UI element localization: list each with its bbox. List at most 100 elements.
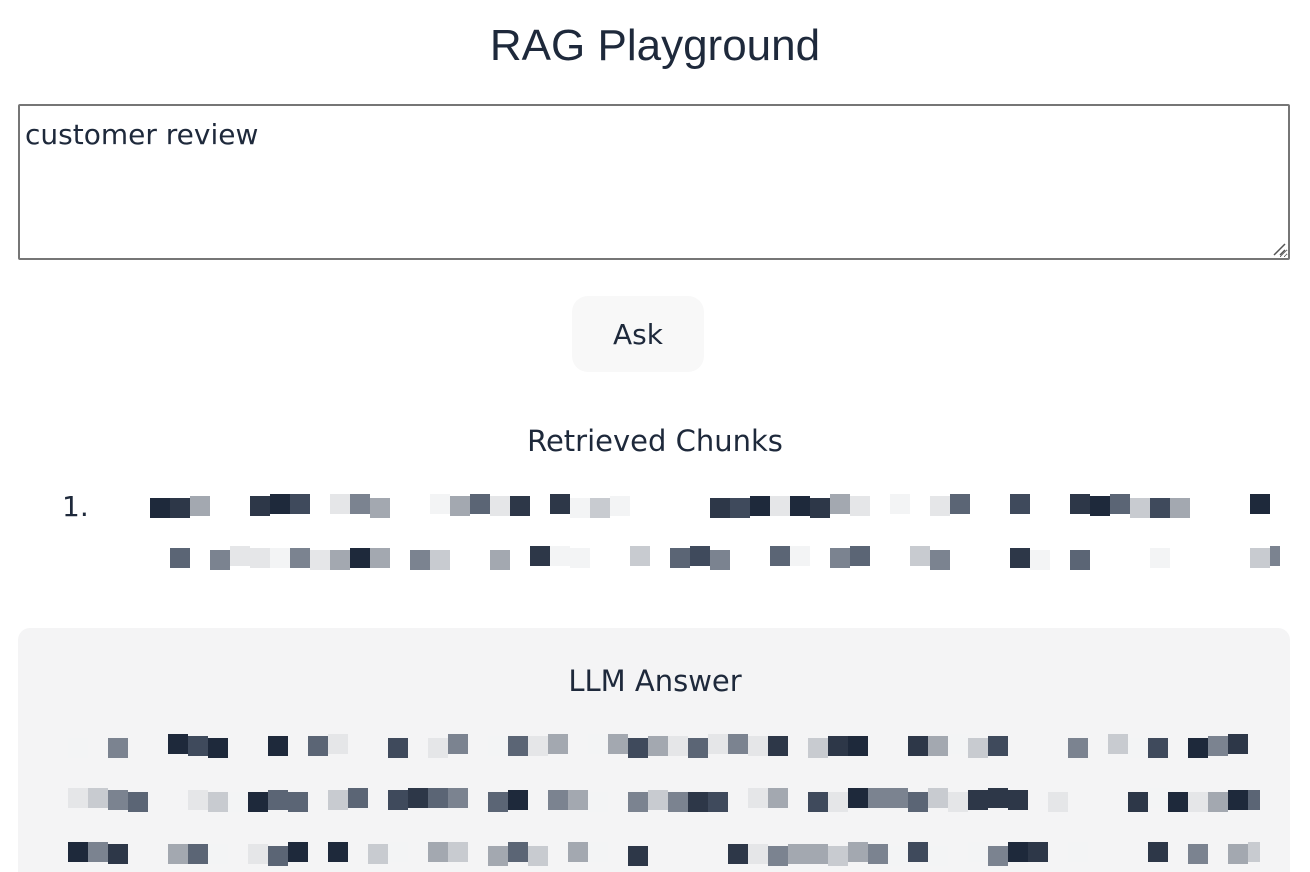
redaction-block [1028, 842, 1048, 862]
redaction-block [530, 546, 550, 566]
redaction-block [288, 842, 308, 862]
redaction-block [170, 498, 190, 518]
redaction-block [1150, 498, 1170, 518]
ask-button[interactable]: Ask [572, 296, 704, 372]
redaction-block [1148, 842, 1168, 862]
redaction-block [108, 790, 128, 810]
redaction-block [448, 734, 468, 754]
redaction-block [128, 792, 148, 812]
redaction-block [428, 788, 448, 808]
redaction-block [288, 792, 308, 812]
redaction-block [490, 496, 510, 516]
redaction-block [1108, 734, 1128, 754]
redaction-block [568, 790, 588, 810]
redaction-block [470, 494, 490, 514]
redaction-block [570, 548, 590, 568]
redaction-block [550, 546, 570, 566]
redaction-block [1128, 792, 1148, 812]
redaction-block [168, 734, 188, 754]
redaction-block [388, 842, 408, 862]
redaction-block [1070, 550, 1090, 570]
redaction-block [108, 844, 128, 864]
redaction-block [508, 842, 528, 862]
redaction-block [848, 842, 868, 862]
redaction-block [188, 790, 208, 810]
redaction-block [1128, 738, 1148, 758]
redaction-block [810, 498, 830, 518]
redaction-block [188, 844, 208, 864]
redaction-block [908, 792, 928, 812]
redaction-block [1008, 842, 1028, 862]
redaction-block [610, 496, 630, 516]
redaction-block [928, 846, 948, 866]
redaction-block [1208, 736, 1228, 756]
redaction-block [628, 792, 648, 812]
redaction-block [730, 498, 750, 518]
retrieved-chunks-heading: Retrieved Chunks [527, 424, 783, 458]
query-input[interactable] [18, 104, 1290, 260]
redaction-block [1228, 844, 1248, 864]
redaction-block [450, 496, 470, 516]
redaction-block [930, 496, 950, 516]
redaction-block [408, 788, 428, 808]
redaction-block [570, 498, 590, 518]
redaction-block [968, 790, 988, 810]
redaction-block [928, 736, 948, 756]
redaction-block [910, 546, 930, 566]
redaction-block [908, 736, 928, 756]
redaction-block [508, 736, 528, 756]
redaction-block [950, 494, 970, 514]
llm-answer-heading: LLM Answer [568, 664, 742, 698]
redaction-block [668, 792, 688, 812]
redaction-block [348, 788, 368, 808]
redaction-block [1148, 738, 1168, 758]
chunk-number: 1. [62, 490, 89, 523]
redaction-block [808, 792, 828, 812]
redaction-block [328, 734, 348, 754]
redaction-block [108, 738, 128, 758]
redaction-block [1188, 792, 1208, 812]
redaction-block [848, 736, 868, 756]
chunk-text-redacted [110, 486, 1280, 582]
redaction-block [1168, 792, 1188, 812]
redaction-block [248, 792, 268, 812]
redaction-block [1188, 844, 1208, 864]
redaction-block [688, 792, 708, 812]
redaction-block [668, 736, 688, 756]
redaction-block [868, 788, 888, 808]
redaction-block [250, 548, 270, 568]
redaction-block [548, 734, 568, 754]
redaction-block [1110, 494, 1130, 514]
redaction-block [188, 736, 208, 756]
redaction-block [388, 738, 408, 758]
answer-text-redacted [60, 726, 1260, 872]
redaction-block [1170, 498, 1190, 518]
redaction-block [430, 494, 450, 514]
redaction-block [208, 844, 228, 864]
redaction-block [350, 494, 370, 514]
redaction-block [868, 844, 888, 864]
redaction-block [1208, 792, 1228, 812]
redaction-block [790, 546, 810, 566]
redaction-block [690, 546, 710, 566]
redaction-block [930, 550, 950, 570]
redaction-block [210, 550, 230, 570]
redaction-block [850, 496, 870, 516]
redaction-block [88, 842, 108, 862]
rag-playground-page: RAG Playground Ask Retrieved Chunks 1. L… [0, 0, 1310, 872]
redaction-block [330, 494, 350, 514]
redaction-block [528, 846, 548, 866]
redaction-block [270, 494, 290, 514]
redaction-block [290, 494, 310, 514]
redaction-block [850, 546, 870, 566]
redaction-block [368, 844, 388, 864]
redaction-block [208, 792, 228, 812]
resize-grip-icon[interactable] [1270, 240, 1286, 256]
redaction-block [370, 548, 390, 568]
redaction-block [170, 548, 190, 568]
redaction-block [270, 548, 290, 568]
page-title: RAG Playground [489, 21, 821, 70]
redaction-block [448, 842, 468, 862]
redaction-block [948, 792, 968, 812]
redaction-block [488, 792, 508, 812]
